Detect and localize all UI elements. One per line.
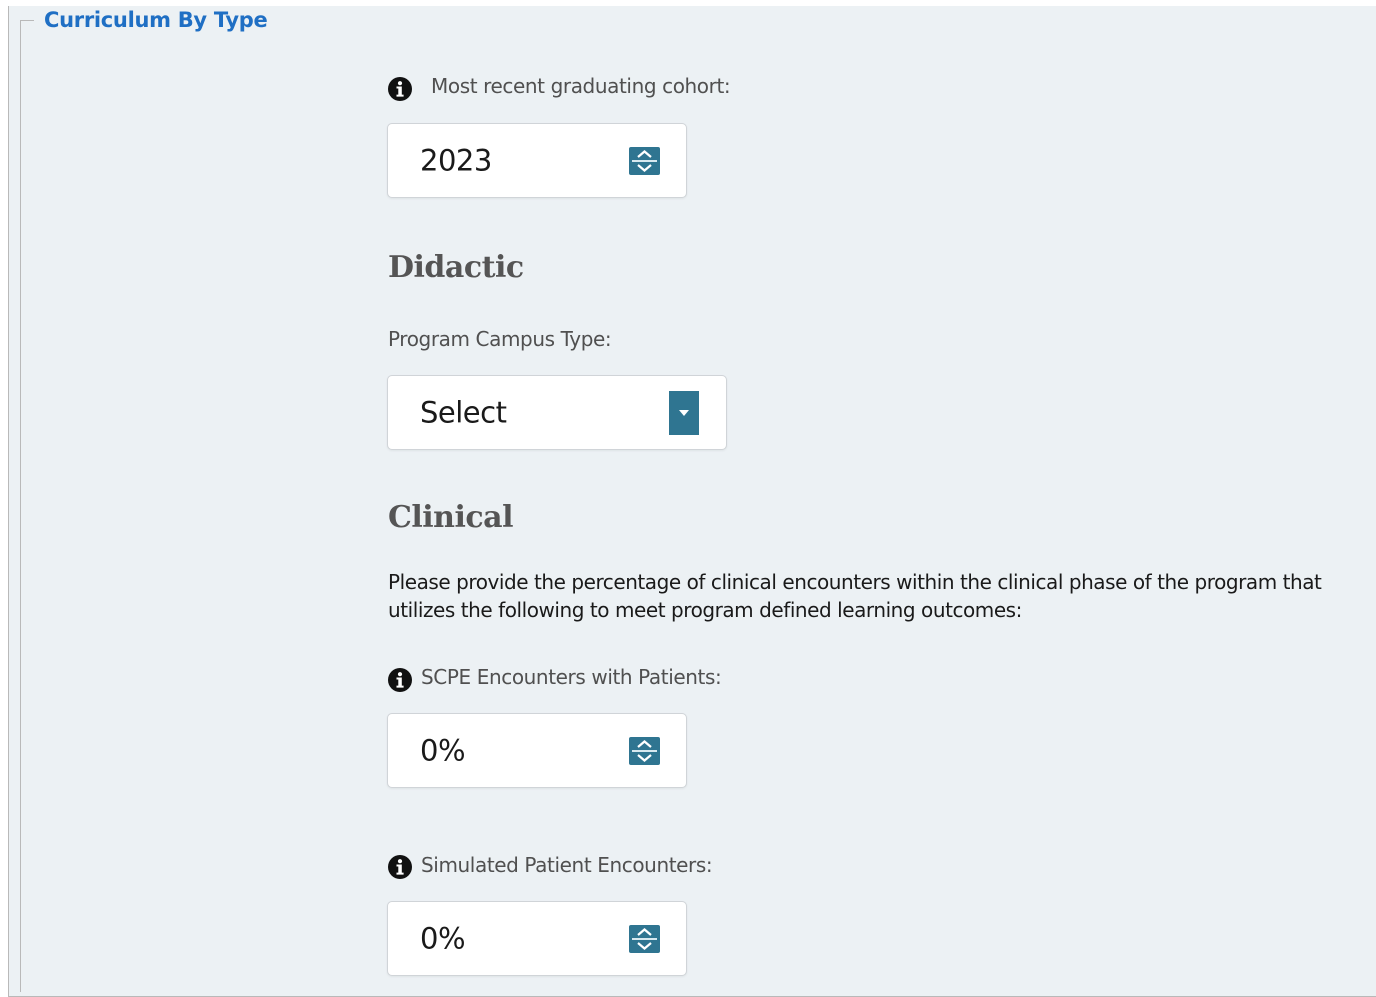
- simulated-value: 0%: [420, 920, 466, 955]
- scpe-stepper[interactable]: 0%: [387, 713, 687, 788]
- campus-type-select[interactable]: Select: [387, 375, 727, 450]
- info-icon[interactable]: [387, 854, 413, 880]
- clinical-instructions: Please provide the percentage of clinica…: [388, 570, 1322, 622]
- fieldset-border-top: [20, 20, 34, 21]
- spinner-up-down-icon[interactable]: [629, 736, 660, 765]
- cohort-value: 2023: [420, 142, 492, 177]
- simulated-stepper[interactable]: 0%: [387, 901, 687, 976]
- campus-type-value: Select: [420, 394, 507, 429]
- simulated-label: Simulated Patient Encounters:: [421, 853, 713, 877]
- scpe-label: SCPE Encounters with Patients:: [421, 665, 722, 689]
- curriculum-by-type-fieldset: [8, 6, 1376, 997]
- spinner-up-down-icon[interactable]: [629, 924, 660, 953]
- info-icon[interactable]: [387, 76, 413, 102]
- clinical-heading: Clinical: [388, 500, 513, 535]
- campus-type-label: Program Campus Type:: [388, 327, 612, 351]
- cohort-label: Most recent graduating cohort:: [431, 74, 731, 98]
- info-icon[interactable]: [387, 667, 413, 693]
- fieldset-legend: Curriculum By Type: [44, 8, 268, 32]
- cohort-stepper[interactable]: 2023: [387, 123, 687, 198]
- scpe-value: 0%: [420, 732, 466, 767]
- dropdown-arrow-icon[interactable]: [669, 390, 699, 435]
- spinner-up-down-icon[interactable]: [629, 146, 660, 175]
- didactic-heading: Didactic: [388, 250, 524, 285]
- fieldset-border-left: [20, 20, 21, 992]
